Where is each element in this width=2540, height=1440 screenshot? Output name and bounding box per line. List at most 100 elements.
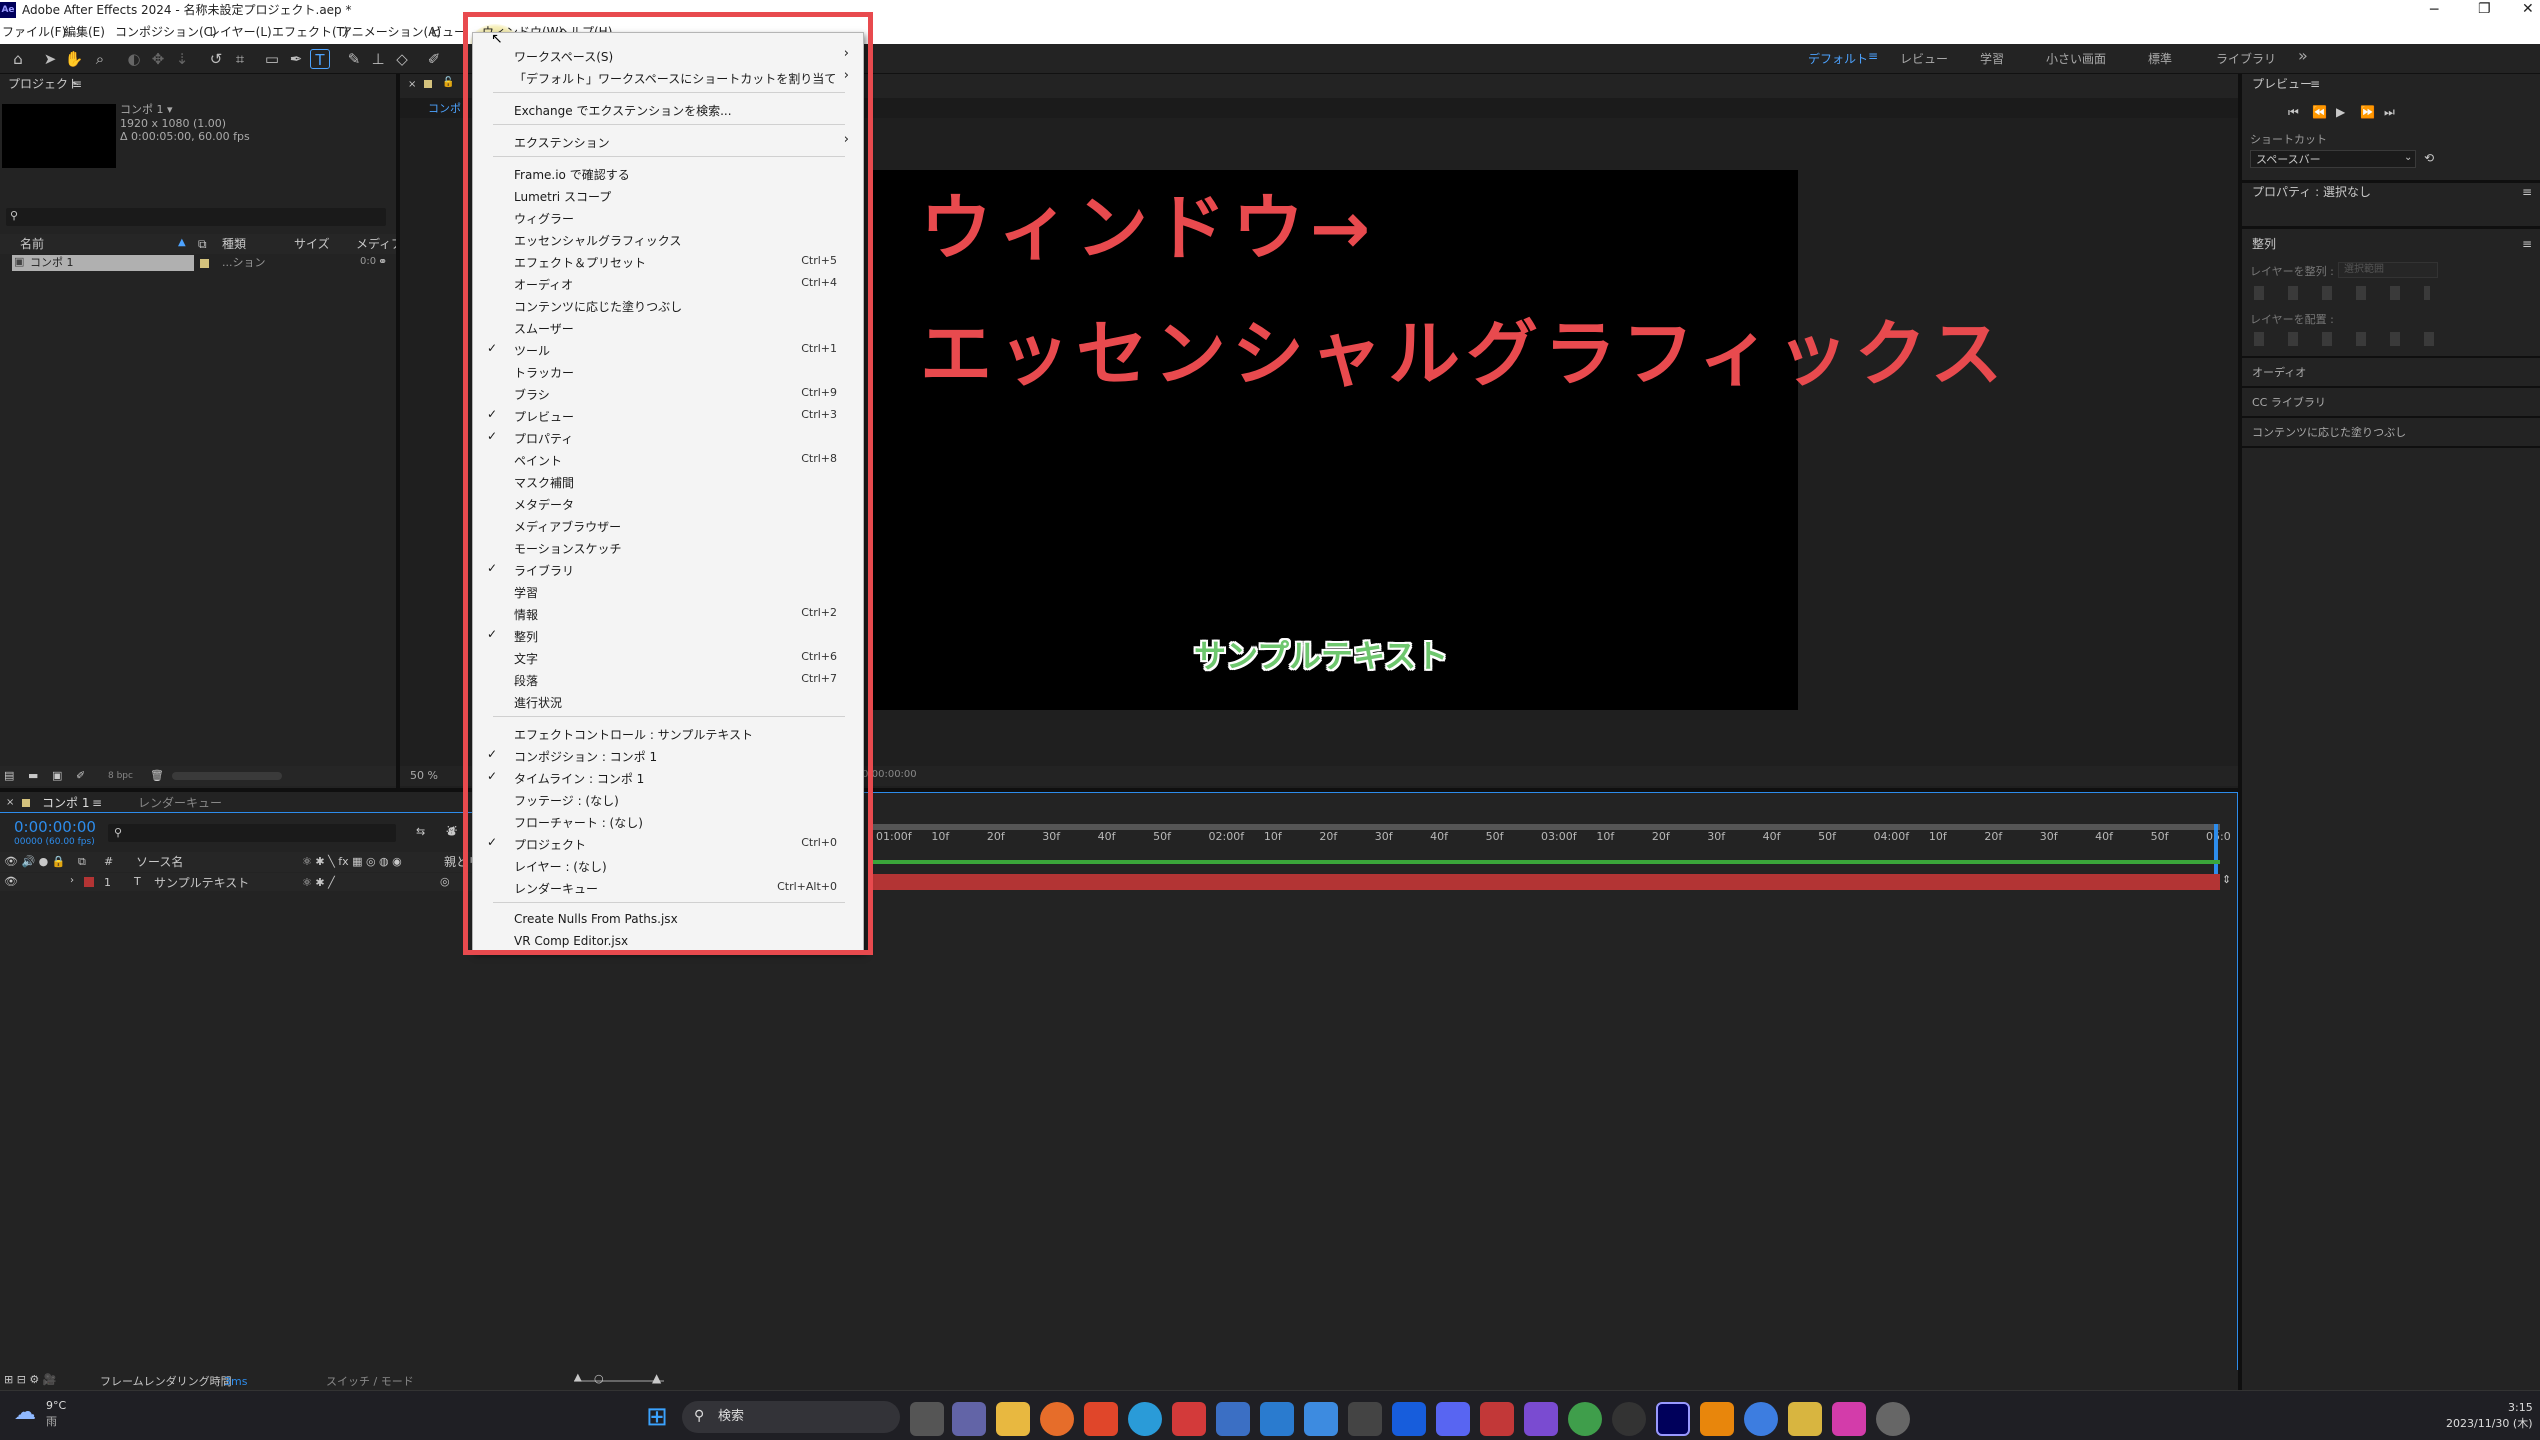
col-source-name[interactable]: ソース名 [136, 856, 183, 868]
new-comp-icon[interactable]: ▣ [52, 770, 62, 781]
menu-edit[interactable]: 編集(E) [64, 26, 105, 38]
taskbar-search-input[interactable] [682, 1401, 900, 1433]
properties-panel-title[interactable]: プロパティ : 選択なし [2252, 186, 2371, 198]
brave-icon[interactable] [1084, 1402, 1118, 1436]
workspace-libraries[interactable]: ライブラリ [2216, 50, 2276, 67]
comp-flowchart-icon[interactable]: ⇆ [416, 826, 425, 837]
layer-switches[interactable]: ⚛ ✱ ╱ [302, 877, 335, 888]
col-size[interactable]: サイズ [294, 238, 330, 250]
properties-menu-icon[interactable]: ≡ [2522, 186, 2532, 198]
render-queue-tab[interactable]: レンダーキュー [138, 797, 222, 809]
app-yellow-icon[interactable] [1788, 1402, 1822, 1436]
teams-icon[interactable] [952, 1402, 986, 1436]
zoom-tool-icon[interactable]: ⌕ [90, 49, 110, 69]
footer-switch-icons[interactable]: ⊞ ⊟ ⚙ 🎥 [4, 1374, 56, 1385]
pen-tool-icon[interactable]: ✒ [286, 49, 306, 69]
align-menu-icon[interactable]: ≡ [2522, 238, 2532, 250]
loop-icon[interactable]: ⟲ [2424, 152, 2434, 164]
pin-icon[interactable]: ✐ [76, 770, 85, 781]
expand-chevron-icon[interactable]: › [70, 876, 74, 886]
eraser-tool-icon[interactable]: ◇ [392, 49, 412, 69]
bpc-label[interactable]: 8 bpc [108, 772, 133, 781]
discord-icon[interactable] [1436, 1402, 1470, 1436]
chrome-icon[interactable] [1568, 1402, 1602, 1436]
sample-text-layer[interactable]: サンプルテキスト [1194, 640, 1448, 672]
roto-brush-tool-icon[interactable]: ✐ [424, 49, 444, 69]
viewer-lock-icon[interactable]: 🔓 [442, 78, 454, 88]
trash-icon[interactable]: 🗑 [150, 770, 164, 781]
zoom-dropdown[interactable]: 50 % [410, 770, 438, 781]
content-fill-panel-title[interactable]: コンテンツに応じた塗りつぶし [2252, 427, 2406, 438]
close-button[interactable]: ✕ [2522, 2, 2534, 16]
col-name[interactable]: 名前 [20, 238, 44, 250]
rotate-tool-icon[interactable]: ↺ [206, 49, 226, 69]
type-tool-icon[interactable]: T [310, 49, 330, 69]
last-frame-icon[interactable]: ⏭ [2384, 106, 2395, 118]
switch-mode-toggle[interactable]: スイッチ / モード [326, 1376, 414, 1387]
col-type[interactable]: 種類 [222, 238, 246, 250]
workspace-menu-icon[interactable]: ≡ [1868, 50, 1878, 62]
workspace-default[interactable]: デフォルト [1808, 50, 1868, 67]
workspace-standard[interactable]: 標準 [2148, 50, 2172, 67]
project-search-input[interactable] [6, 208, 386, 226]
menu-layer[interactable]: レイヤー(L) [208, 26, 272, 38]
eye-icon[interactable]: 👁 [4, 876, 18, 887]
menu-animation[interactable]: アニメーション(A) [340, 26, 441, 38]
home-icon[interactable]: ⌂ [8, 49, 28, 69]
firefox-icon[interactable] [1040, 1402, 1074, 1436]
todo-icon[interactable] [1304, 1402, 1338, 1436]
timeline-tab[interactable]: コンポ 1 [42, 797, 89, 809]
parent-pickwhip-icon[interactable]: ◎ [440, 876, 450, 887]
selection-tool-icon[interactable]: ➤ [40, 49, 60, 69]
first-frame-icon[interactable]: ⏮ [2288, 106, 2299, 118]
keyframe-nav-icon[interactable]: ⇕ [2222, 874, 2231, 885]
project-scrollbar[interactable] [172, 772, 282, 780]
task-view-icon[interactable] [910, 1402, 944, 1436]
viewer-comp-tab[interactable]: コンポ [428, 103, 461, 114]
layer-label-swatch[interactable] [84, 877, 94, 887]
app-purple-icon[interactable] [1524, 1402, 1558, 1436]
timeline-close-icon[interactable]: × [6, 798, 14, 808]
vscode-icon[interactable] [1260, 1402, 1294, 1436]
app-pink-icon[interactable] [1832, 1402, 1866, 1436]
clone-stamp-tool-icon[interactable]: ⊥ [368, 49, 388, 69]
timeline-tab-menu-icon[interactable]: ≡ [92, 797, 102, 809]
prev-frame-icon[interactable]: ⏪ [2312, 106, 2327, 118]
app-circle-icon[interactable] [1744, 1402, 1778, 1436]
hand-tool-icon[interactable]: ✋ [64, 49, 84, 69]
align-panel-title[interactable]: 整列 [2252, 238, 2276, 250]
restore-button[interactable]: ❐ [2478, 2, 2491, 16]
panel-menu-icon[interactable]: ≡ [72, 78, 82, 90]
menu-effect[interactable]: エフェクト(T) [272, 26, 349, 38]
anchor-tool-icon[interactable]: ⌗ [230, 49, 250, 69]
taskbar-time[interactable]: 3:15 [2508, 1402, 2533, 1413]
terminal-icon[interactable] [1348, 1402, 1382, 1436]
dolly-tool-icon[interactable]: ⇣ [172, 49, 192, 69]
pan-tool-icon[interactable]: ✥ [148, 49, 168, 69]
taskbar-date[interactable]: 2023/11/30 (木) [2446, 1418, 2532, 1429]
play-icon[interactable]: ▶ [2336, 106, 2345, 118]
minimize-button[interactable]: ─ [2430, 3, 2438, 17]
align-buttons-row[interactable] [2254, 286, 2430, 300]
bitwarden-icon[interactable] [1392, 1402, 1426, 1436]
audio-panel-title[interactable]: オーディオ [2252, 367, 2306, 378]
zoom-slider-handle-icon[interactable]: ○ [594, 1373, 604, 1384]
preview-panel-title[interactable]: プレビュー [2252, 78, 2312, 90]
interpret-footage-icon[interactable]: ▤ [4, 770, 14, 781]
app-grey-icon[interactable] [1876, 1402, 1910, 1436]
distribute-buttons-row[interactable] [2254, 332, 2454, 346]
edge-icon[interactable] [1128, 1402, 1162, 1436]
workspace-small-screen[interactable]: 小さい画面 [2046, 50, 2106, 67]
workspace-review[interactable]: レビュー [1900, 50, 1948, 67]
menu-view[interactable]: ビュー(V) [430, 26, 465, 38]
start-icon[interactable]: ⊞ [646, 1404, 668, 1430]
after-effects-icon[interactable] [1656, 1402, 1690, 1436]
comp-name-label[interactable]: コンポ 1 ▾ [120, 104, 173, 115]
zoom-slider[interactable] [574, 1380, 664, 1382]
file-explorer-icon[interactable] [996, 1402, 1030, 1436]
draft-3d-icon[interactable]: ⛇ [446, 826, 457, 837]
orbit-tool-icon[interactable]: ◐ [124, 49, 144, 69]
next-frame-icon[interactable]: ⏩ [2360, 106, 2375, 118]
app-blue-icon[interactable] [1216, 1402, 1250, 1436]
rectangle-tool-icon[interactable]: ▭ [262, 49, 282, 69]
